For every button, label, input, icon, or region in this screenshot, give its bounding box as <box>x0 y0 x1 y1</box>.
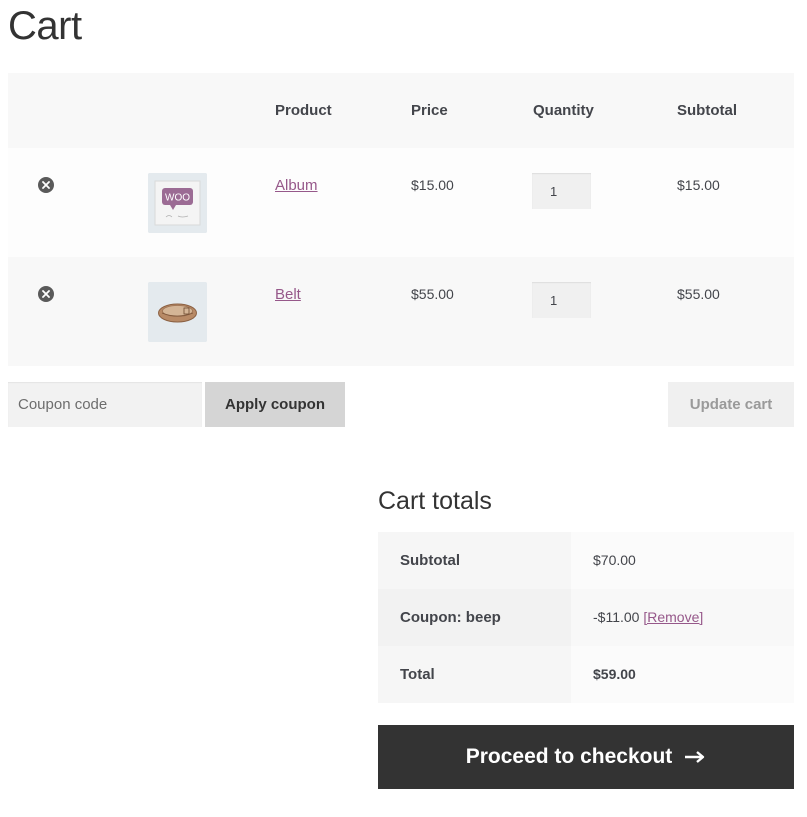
remove-item-icon[interactable] <box>38 286 54 302</box>
totals-total-value: $59.00 <box>571 646 794 703</box>
price-album: $15.00 <box>411 177 454 193</box>
remove-coupon-link[interactable]: [Remove] <box>643 609 703 625</box>
header-quantity: Quantity <box>533 102 594 119</box>
totals-coupon-label: Coupon: beep <box>378 589 571 646</box>
totals-coupon-value: -$11.00 <box>593 609 640 625</box>
quantity-input-belt[interactable] <box>532 282 591 318</box>
table-header: Product Price Quantity Subtotal <box>8 73 794 148</box>
subtotal-album: $15.00 <box>677 177 720 193</box>
totals-row-subtotal: Subtotal $70.00 <box>378 532 794 589</box>
proceed-to-checkout-button[interactable]: Proceed to checkout <box>378 725 794 789</box>
subtotal-belt: $55.00 <box>677 286 720 302</box>
header-subtotal: Subtotal <box>677 102 737 119</box>
totals-coupon-value-cell: -$11.00 [Remove] <box>571 589 794 646</box>
remove-item-icon[interactable] <box>38 177 54 193</box>
update-cart-button[interactable]: Update cart <box>668 382 794 427</box>
table-row: WOO Album $15.00 $15.00 <box>8 148 794 257</box>
cart-table: Product Price Quantity Subtotal WOO Albu… <box>8 73 794 366</box>
product-thumbnail-belt[interactable] <box>148 282 207 342</box>
header-price: Price <box>411 102 448 119</box>
totals-row-coupon: Coupon: beep -$11.00 [Remove] <box>378 589 794 646</box>
page-title: Cart <box>8 4 82 48</box>
cart-totals-title: Cart totals <box>378 487 492 515</box>
product-thumbnail-album[interactable]: WOO <box>148 173 207 233</box>
price-belt: $55.00 <box>411 286 454 302</box>
product-link-belt[interactable]: Belt <box>275 286 301 303</box>
coupon-code-input[interactable] <box>8 382 202 427</box>
totals-row-total: Total $59.00 <box>378 646 794 703</box>
cart-totals-table: Subtotal $70.00 Coupon: beep -$11.00 [Re… <box>378 532 794 703</box>
svg-text:WOO: WOO <box>165 193 190 204</box>
quantity-input-album[interactable] <box>532 173 591 209</box>
totals-subtotal-value: $70.00 <box>571 532 794 589</box>
apply-coupon-button[interactable]: Apply coupon <box>205 382 345 427</box>
arrow-right-icon <box>684 750 706 764</box>
totals-total-label: Total <box>378 646 571 703</box>
checkout-label: Proceed to checkout <box>465 745 673 768</box>
header-product: Product <box>275 102 332 119</box>
table-row: Belt $55.00 $55.00 <box>8 257 794 366</box>
totals-subtotal-label: Subtotal <box>378 532 571 589</box>
product-link-album[interactable]: Album <box>275 177 318 194</box>
